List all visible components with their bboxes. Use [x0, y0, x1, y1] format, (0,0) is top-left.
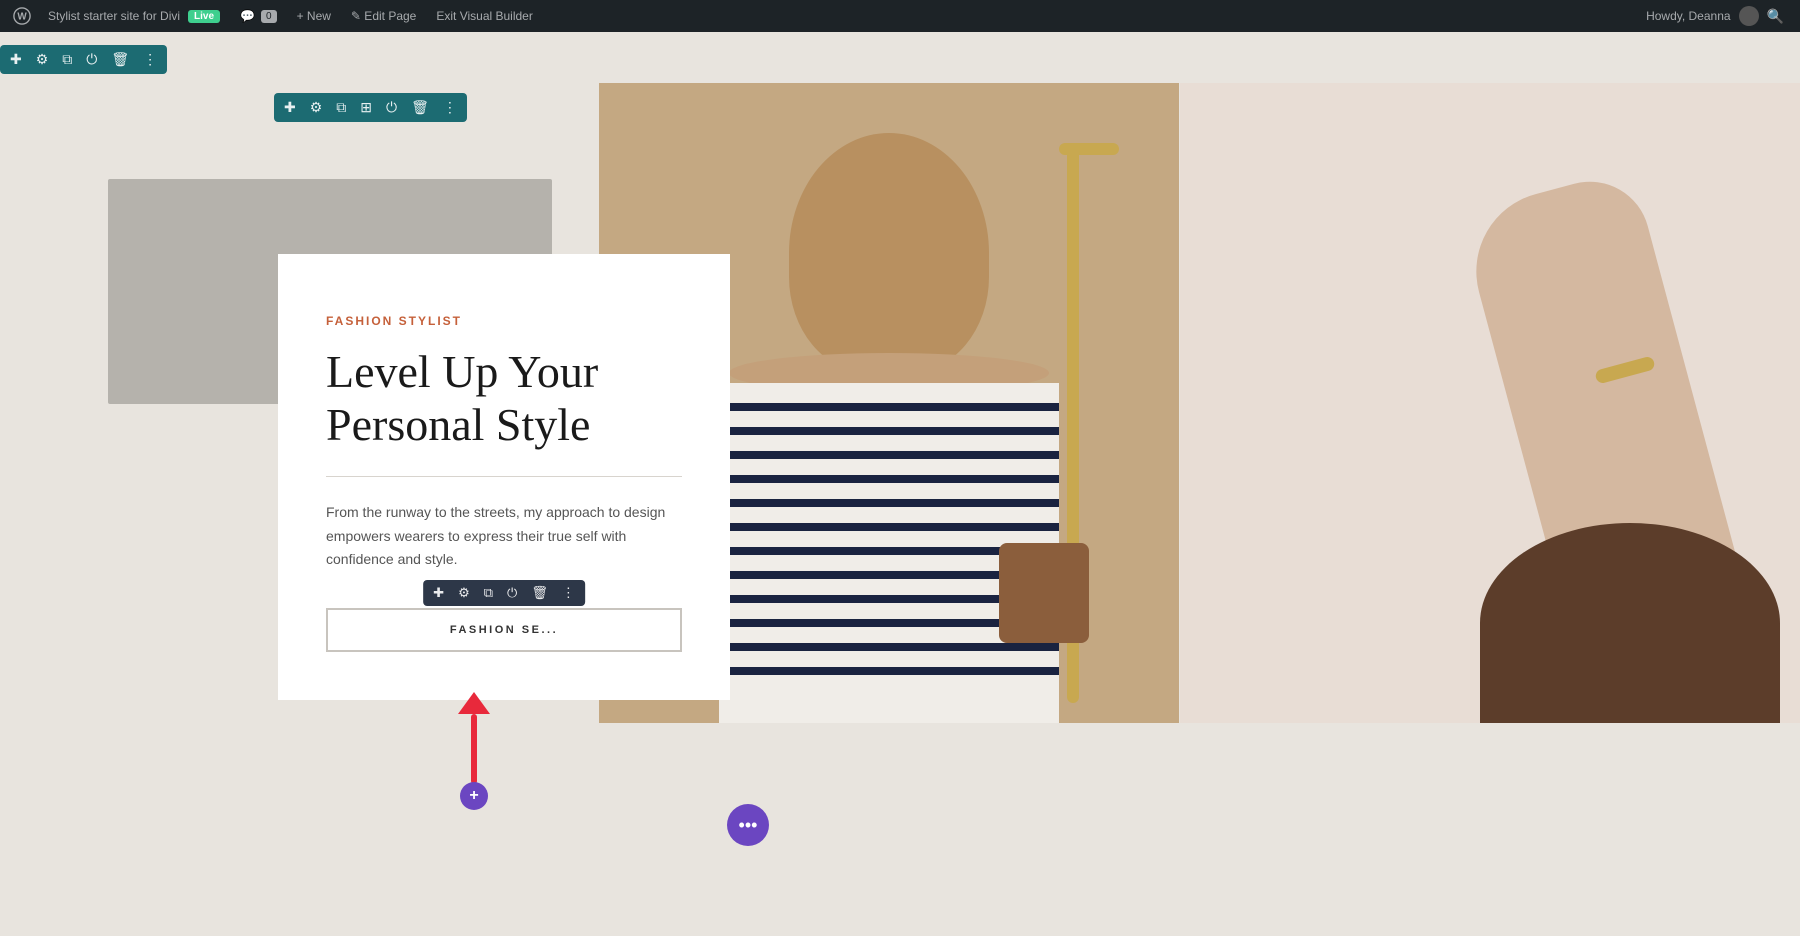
site-name-item[interactable]: Stylist starter site for Divi Live [40, 0, 228, 32]
hero-eyebrow: FASHION STYLIST [326, 314, 682, 328]
hair-shape [1480, 523, 1780, 723]
exit-builder-item[interactable]: Exit Visual Builder [428, 0, 541, 32]
search-icon[interactable]: 🔍 [1767, 8, 1784, 25]
row-settings-icon[interactable]: ⚙ [36, 51, 49, 68]
stripe-5 [719, 499, 1059, 507]
module-add-icon[interactable]: ✚ [433, 585, 444, 601]
right-image [1180, 83, 1800, 723]
cta-button[interactable]: FASHION SE... [326, 608, 682, 652]
new-item[interactable]: + New [289, 0, 339, 32]
exit-builder-label: Exit Visual Builder [436, 9, 533, 23]
section-power-icon[interactable]: ⏻ [386, 99, 397, 116]
svg-text:W: W [17, 12, 27, 23]
arrow-indicator: + [458, 692, 490, 810]
module-power-icon[interactable]: ⏻ [507, 585, 517, 601]
section-more-icon[interactable]: ⋮ [443, 99, 457, 116]
bag-shape [999, 543, 1089, 643]
stripe-12 [719, 667, 1059, 675]
edit-page-label: ✎ Edit Page [351, 9, 416, 23]
section-delete-icon[interactable]: 🗑 [411, 99, 429, 116]
avatar[interactable] [1739, 6, 1759, 26]
admin-bar: W Stylist starter site for Divi Live 💬 0… [0, 0, 1800, 32]
stripe-11 [719, 643, 1059, 651]
module-delete-icon[interactable]: 🗑 [531, 585, 548, 601]
module-toolbar: ✚ ⚙ ⧉ ⏻ 🗑 ⋮ [423, 580, 585, 606]
section-add-icon[interactable]: ✚ [284, 99, 296, 116]
comment-icon: 💬 [240, 9, 255, 23]
stripe-4 [719, 475, 1059, 483]
stripe-6 [719, 523, 1059, 531]
edit-page-item[interactable]: ✎ Edit Page [343, 0, 424, 32]
add-module-plus[interactable]: + [460, 782, 488, 810]
hero-title: Level Up Your Personal Style [326, 346, 682, 452]
howdy-text: Howdy, Deanna [1646, 9, 1731, 23]
module-duplicate-icon[interactable]: ⧉ [484, 585, 493, 601]
arrow-head [458, 692, 490, 714]
site-name-text: Stylist starter site for Divi [48, 9, 180, 23]
module-settings-icon[interactable]: ⚙ [458, 585, 470, 601]
row-toolbar-main: ✚ ⚙ ⧉ ⏻ 🗑 ⋮ [0, 45, 167, 74]
arrow-shaft [471, 714, 477, 784]
cta-wrapper: ✚ ⚙ ⧉ ⏻ 🗑 ⋮ FASHION SE... [326, 608, 682, 652]
row-more-icon[interactable]: ⋮ [143, 51, 157, 68]
comment-count: 0 [261, 10, 277, 23]
rack-pole-horizontal [1059, 143, 1119, 155]
stripe-3 [719, 451, 1059, 459]
live-badge: Live [188, 10, 220, 23]
hat-shape [729, 113, 1049, 393]
section-duplicate-icon[interactable]: ⧉ [336, 99, 346, 116]
module-more-icon[interactable]: ⋮ [562, 585, 575, 601]
row-duplicate-icon[interactable]: ⧉ [62, 51, 72, 68]
hero-divider [326, 476, 682, 477]
section-toolbar: ✚ ⚙ ⧉ ⊞ ⏻ 🗑 ⋮ [274, 93, 467, 122]
hero-body: From the runway to the streets, my appro… [326, 501, 682, 572]
more-options-icon: ••• [739, 815, 758, 836]
section-settings-icon[interactable]: ⚙ [310, 99, 323, 116]
wp-logo-icon[interactable]: W [8, 0, 36, 32]
hat-crown [789, 133, 989, 373]
hero-card: FASHION STYLIST Level Up Your Personal S… [278, 254, 730, 700]
row-add-icon[interactable]: ✚ [10, 51, 22, 68]
section-columns-icon[interactable]: ⊞ [360, 99, 372, 116]
comments-item[interactable]: 💬 0 [232, 0, 285, 32]
row-delete-icon[interactable]: 🗑 [111, 51, 129, 68]
stripe-1 [719, 403, 1059, 411]
page-canvas: ✚ ⚙ ⧉ ⏻ 🗑 ⋮ ✚ ⚙ ⧉ ⊞ ⏻ 🗑 ⋮ [0, 32, 1800, 936]
more-options-button[interactable]: ••• [727, 804, 769, 846]
stripe-2 [719, 427, 1059, 435]
row-power-icon[interactable]: ⏻ [86, 51, 97, 68]
new-label: + New [297, 9, 331, 23]
admin-bar-right: Howdy, Deanna 🔍 [1646, 6, 1792, 26]
